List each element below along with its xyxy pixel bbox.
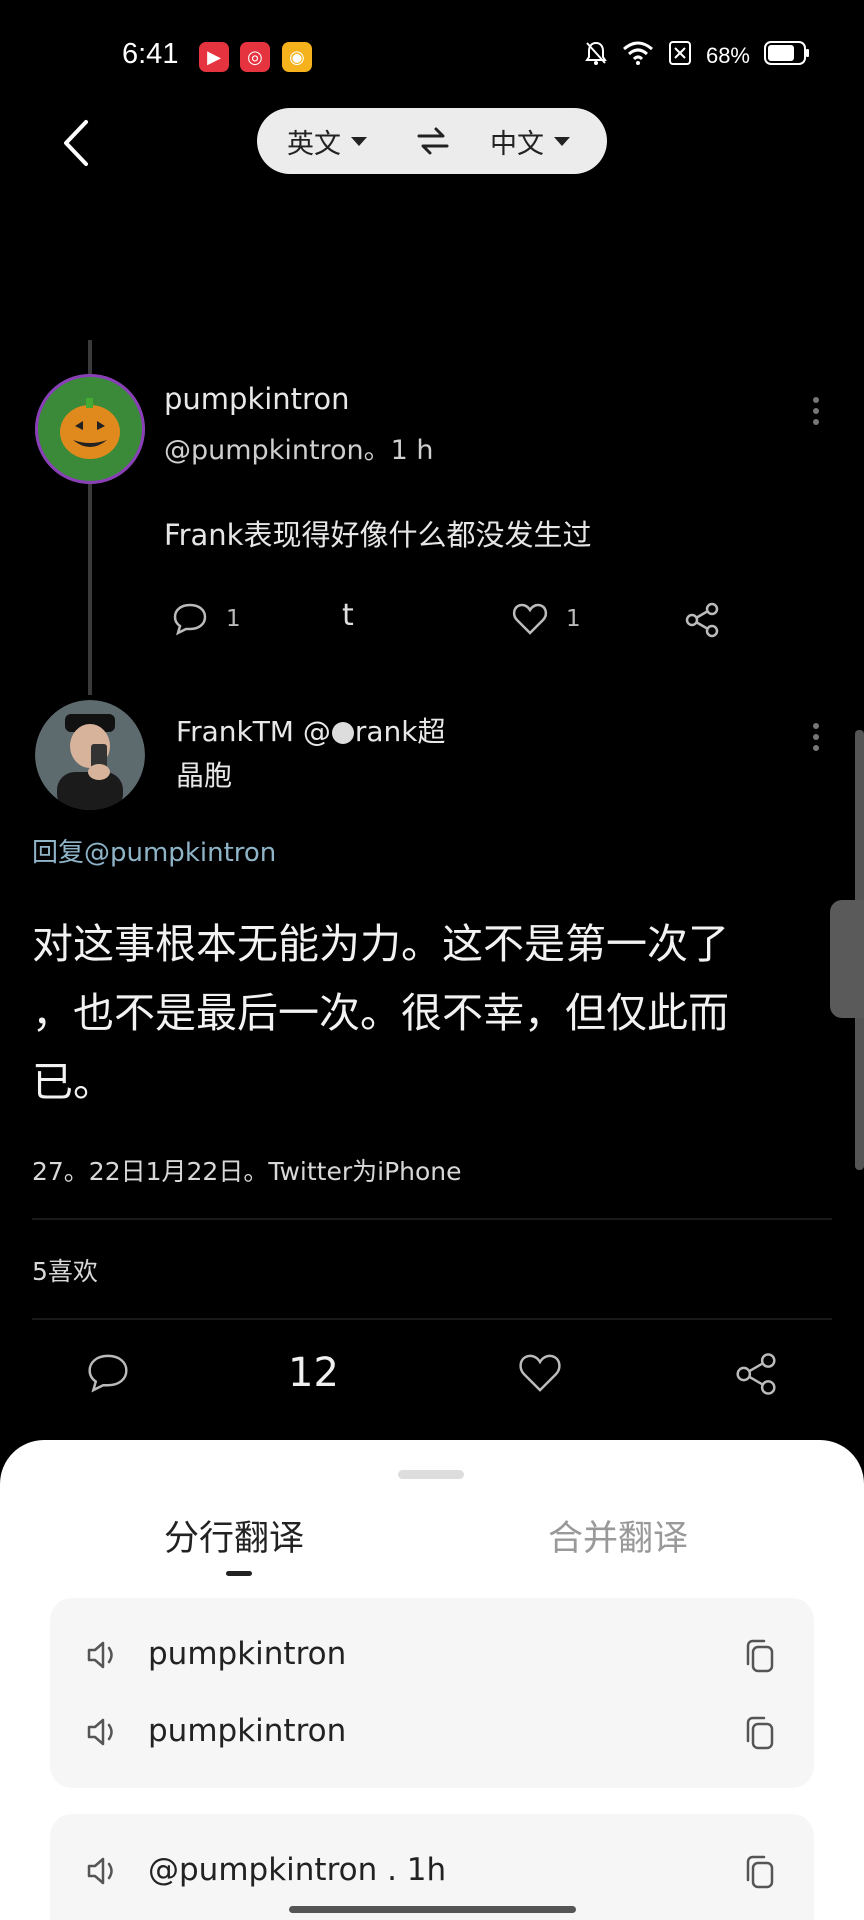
reply-button[interactable] — [172, 602, 208, 640]
tweet-main-text: 对这事根本无能为力。这不是第一次了 ，也不是最后一次。很不幸，但仅此而 已。 — [32, 910, 792, 1117]
copy-button[interactable] — [744, 1715, 776, 1755]
speaker-icon — [87, 1641, 113, 1669]
video-app-icon: ▶ — [199, 42, 229, 72]
speaker-button[interactable] — [86, 1856, 122, 1890]
wifi-icon — [622, 41, 654, 71]
caret-down-icon — [351, 136, 367, 146]
tweet-text-line: 已。 — [32, 1058, 114, 1106]
translation-source-text: @pumpkintron . 1h — [148, 1852, 447, 1888]
swap-languages-button[interactable] — [417, 125, 449, 164]
sheet-drag-handle[interactable] — [398, 1470, 464, 1479]
sim-off-icon — [668, 40, 692, 72]
side-handle[interactable] — [830, 900, 864, 1018]
tweet-text-line: ，也不是最后一次。很不幸，但仅此而 — [32, 989, 729, 1037]
speaker-icon — [87, 1857, 113, 1885]
translation-source-text: pumpkintron — [148, 1636, 347, 1672]
heart-icon — [519, 1354, 561, 1392]
target-language-dropdown[interactable]: 中文 — [490, 122, 570, 161]
copy-icon — [746, 1639, 774, 1673]
like-count: 1 — [566, 606, 581, 632]
author-name-part1: FrankTM @ — [176, 715, 331, 748]
status-time: 6:41 — [122, 38, 179, 70]
tweet-author-handle: @pumpkintron。1 h — [164, 435, 434, 466]
comment-icon — [173, 603, 207, 636]
like-button[interactable] — [512, 602, 548, 640]
translation-result-text: pumpkintron — [148, 1713, 347, 1749]
retweet-button[interactable]: t — [342, 598, 354, 633]
tweet-author-name-line2: 晶胞 — [176, 759, 233, 792]
bell-muted-icon — [584, 40, 608, 72]
more-vertical-icon — [813, 397, 819, 425]
language-selector: 英文 中文 — [257, 108, 607, 174]
share-icon — [736, 1353, 776, 1395]
status-icons: 68% — [584, 40, 810, 72]
tweet-text-line: 对这事根本无能为力。这不是第一次了 — [32, 920, 729, 968]
home-indicator[interactable] — [289, 1906, 576, 1913]
likes-count[interactable]: 5喜欢 — [32, 1252, 98, 1288]
heart-icon — [512, 603, 548, 635]
speaker-button[interactable] — [86, 1717, 122, 1751]
divider — [32, 1318, 832, 1320]
reply-button[interactable] — [86, 1352, 130, 1398]
reply-count: 1 — [226, 606, 241, 632]
source-language-dropdown[interactable]: 英文 — [287, 122, 367, 161]
copy-icon — [746, 1855, 774, 1889]
share-button[interactable] — [684, 602, 720, 642]
tweet-author-name[interactable]: pumpkintron — [164, 382, 349, 416]
more-vertical-icon — [813, 723, 819, 751]
action-count[interactable]: 12 — [288, 1350, 339, 1396]
more-options-button[interactable] — [812, 722, 820, 756]
reply-to-link[interactable]: 回复@pumpkintron — [32, 832, 276, 869]
target-language-label: 中文 — [490, 128, 544, 160]
battery-icon — [764, 41, 810, 71]
share-icon — [685, 602, 719, 638]
back-button[interactable] — [58, 118, 94, 172]
obscured-glyph — [331, 722, 354, 744]
swap-arrows-icon — [417, 127, 449, 155]
caret-down-icon — [554, 136, 570, 146]
copy-button[interactable] — [744, 1854, 776, 1894]
thread-line — [88, 480, 92, 695]
tweet-meta: 27。22日1月22日。Twitter为iPhone — [32, 1157, 462, 1186]
avatar[interactable] — [35, 374, 145, 484]
copy-icon — [746, 1716, 774, 1750]
copy-button[interactable] — [744, 1638, 776, 1678]
comment-icon — [88, 1354, 128, 1393]
tab-merged-translation[interactable]: 合并翻译 — [548, 1510, 688, 1561]
chevron-left-icon — [64, 120, 88, 166]
speaker-icon — [87, 1718, 113, 1746]
tweet-author-name[interactable]: FrankTM @ rank超 — [176, 710, 446, 750]
battery-percent: 68% — [705, 43, 750, 68]
speaker-button[interactable] — [86, 1640, 122, 1674]
more-options-button[interactable] — [812, 396, 820, 430]
translation-card — [50, 1598, 814, 1788]
share-button[interactable] — [734, 1352, 778, 1400]
divider — [32, 1218, 832, 1220]
author-name-part2: rank超 — [354, 715, 446, 748]
thread-line-top — [88, 340, 92, 375]
avatar[interactable] — [35, 700, 145, 810]
netease-music-icon: ◎ — [240, 42, 270, 72]
active-tab-indicator — [226, 1571, 252, 1576]
source-language-label: 英文 — [287, 128, 341, 160]
tab-line-translation[interactable]: 分行翻译 — [164, 1510, 304, 1561]
tweet-text: Frank表现得好像什么都没发生过 — [164, 518, 592, 552]
like-button[interactable] — [518, 1352, 562, 1398]
weibo-icon: ◉ — [282, 42, 312, 72]
